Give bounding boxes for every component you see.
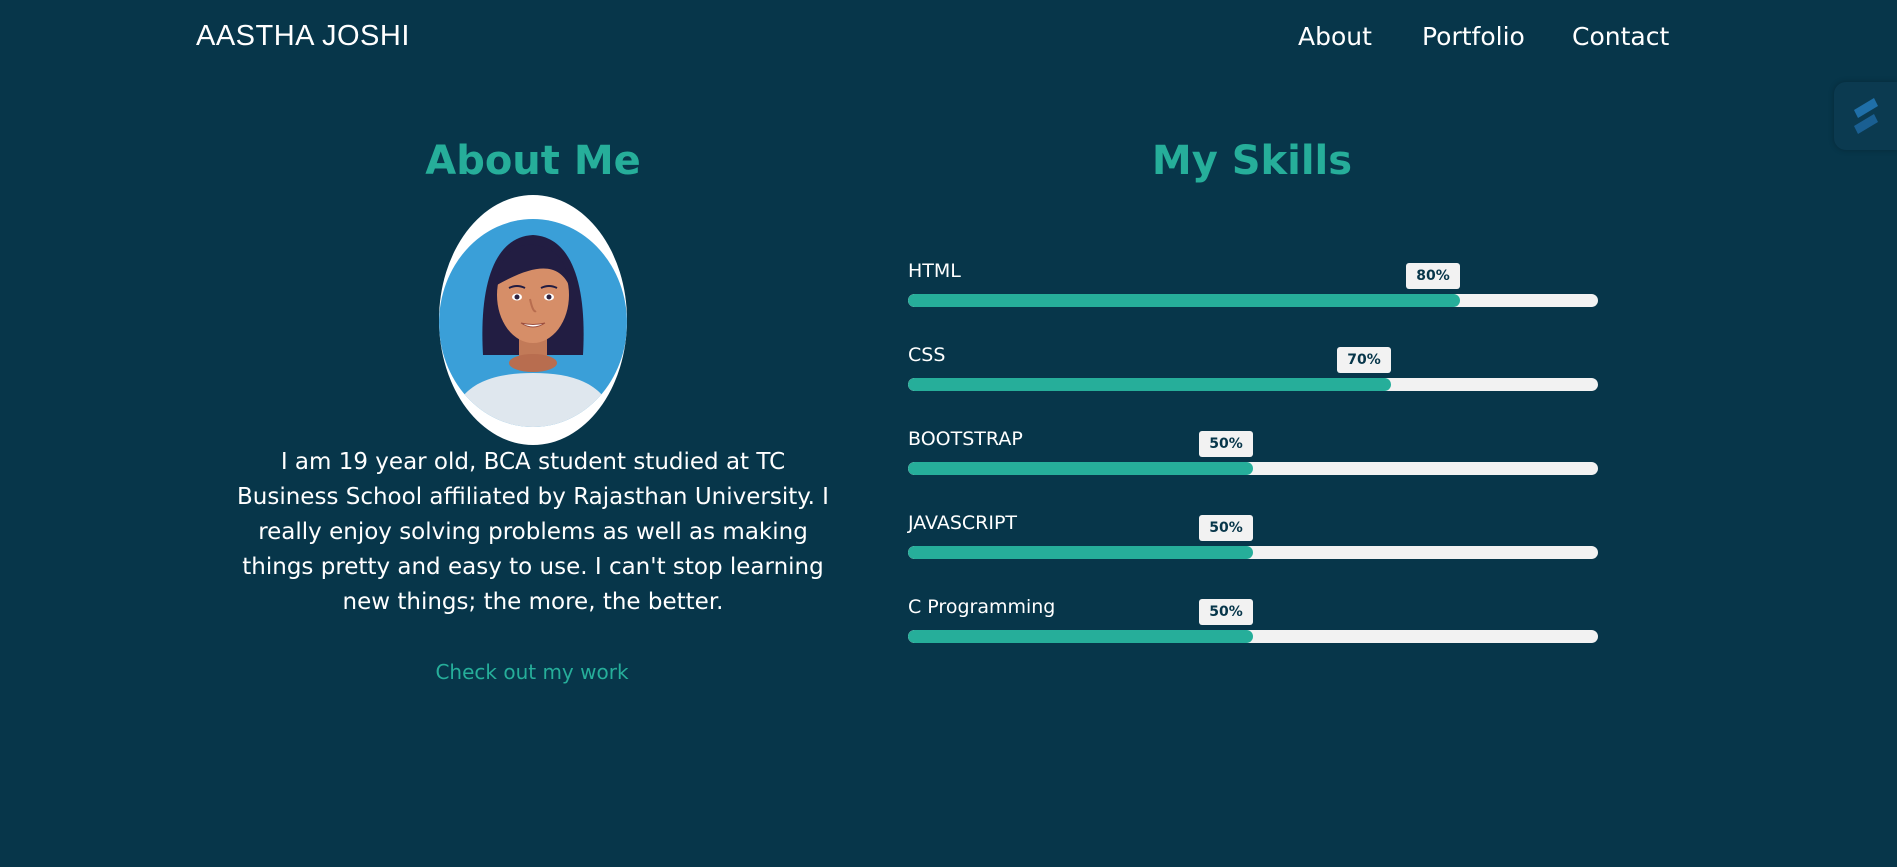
nav-link-portfolio[interactable]: Portfolio <box>1422 22 1525 51</box>
skill-progress-track <box>908 546 1598 559</box>
avatar-illustration <box>439 195 627 445</box>
skill-progress-track <box>908 462 1598 475</box>
skill-progress-track <box>908 294 1598 307</box>
skill-name: JAVASCRIPT <box>908 512 1018 534</box>
floating-tool-icon <box>1854 98 1878 134</box>
skill-progress-fill <box>908 630 1253 643</box>
avatar <box>439 195 627 445</box>
skill-progress-fill <box>908 378 1391 391</box>
about-bio: I am 19 year old, BCA student studied at… <box>237 449 829 615</box>
skills-title: My Skills <box>1151 138 1353 184</box>
nav-link-about[interactable]: About <box>1298 22 1372 51</box>
skill-name: HTML <box>908 260 961 282</box>
skill-progress-fill <box>908 294 1460 307</box>
skill-progress-fill <box>908 546 1253 559</box>
skill-progress-fill <box>908 462 1253 475</box>
skill-percent-badge: 50% <box>1199 515 1253 541</box>
brand-name[interactable]: AASTHA JOSHI <box>196 20 410 53</box>
skill-percent-badge: 70% <box>1337 347 1391 373</box>
skill-item: CSS 70% <box>908 344 1598 404</box>
about-title: About Me <box>425 138 641 184</box>
skill-progress-track <box>908 630 1598 643</box>
skill-item: HTML 80% <box>908 260 1598 320</box>
skill-name: CSS <box>908 344 946 366</box>
skill-name: BOOTSTRAP <box>908 428 1023 450</box>
navbar: AASTHA JOSHI About Portfolio Contact <box>0 0 1897 76</box>
skill-name: C Programming <box>908 596 1056 618</box>
nav-link-contact[interactable]: Contact <box>1572 22 1669 51</box>
check-out-work-link[interactable]: Check out my work <box>382 660 682 684</box>
skill-item: BOOTSTRAP 50% <box>908 428 1598 488</box>
skill-percent-badge: 80% <box>1406 263 1460 289</box>
floating-widget-button[interactable] <box>1834 82 1897 150</box>
skill-percent-badge: 50% <box>1199 431 1253 457</box>
skill-item: C Programming 50% <box>908 596 1598 656</box>
skill-item: JAVASCRIPT 50% <box>908 512 1598 572</box>
skill-percent-badge: 50% <box>1199 599 1253 625</box>
skill-progress-track <box>908 378 1598 391</box>
